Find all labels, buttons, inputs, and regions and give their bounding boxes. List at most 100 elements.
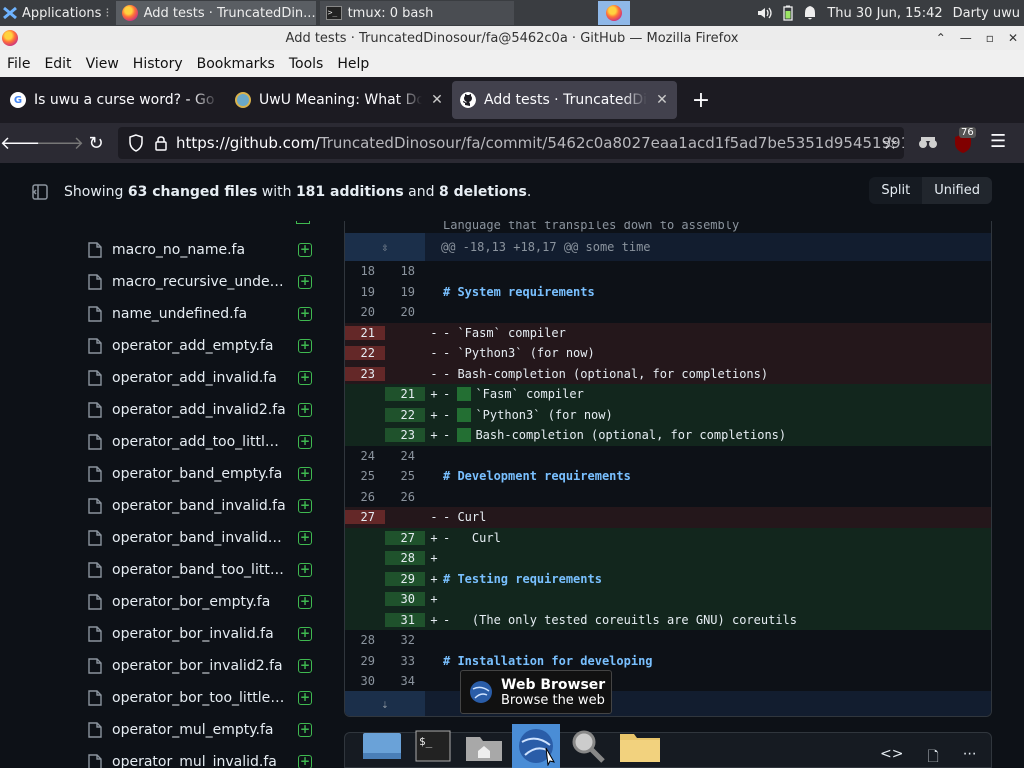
shield-icon[interactable] xyxy=(128,134,144,152)
new-line-number[interactable]: 34 xyxy=(385,674,425,688)
old-line-number[interactable]: 26 xyxy=(345,490,385,504)
new-line-number[interactable]: 28 xyxy=(385,551,425,566)
new-line-number[interactable]: 22 xyxy=(385,407,425,422)
old-line-number[interactable]: 19 xyxy=(345,285,385,299)
volume-icon[interactable] xyxy=(757,6,773,20)
menu-view[interactable]: View xyxy=(79,56,126,72)
close-tab-icon[interactable]: ✕ xyxy=(655,92,669,108)
file-tree-item[interactable]: name_undefined.fa + xyxy=(88,298,316,330)
new-line-number[interactable]: 19 xyxy=(385,285,425,299)
window-up-icon[interactable]: ⌃ xyxy=(936,31,946,45)
old-line-number[interactable]: 27 xyxy=(345,510,385,525)
old-line-number[interactable]: 18 xyxy=(345,264,385,278)
new-line-number[interactable]: 29 xyxy=(385,571,425,586)
url-bar[interactable]: https://github.com/TruncatedDinosour/fa/… xyxy=(118,127,904,159)
file-icon[interactable]: 🗋 xyxy=(927,746,938,768)
expand-hunk-icon[interactable]: ⇳ xyxy=(345,233,425,261)
file-tree-item[interactable]: operator_mul_empty.fa + xyxy=(88,714,316,746)
new-line-number[interactable]: 18 xyxy=(385,264,425,278)
file-tree-item[interactable]: operator_bor_invalid.fa + xyxy=(88,618,316,650)
file-tree-item[interactable]: operator_add_invalid2.fa + xyxy=(88,394,316,426)
workspace-firefox-button[interactable] xyxy=(598,1,630,25)
dock-web-browser[interactable] xyxy=(512,724,560,768)
dock-home-folder[interactable] xyxy=(460,724,508,768)
new-tab-button[interactable]: + xyxy=(687,88,715,113)
file-tree-item[interactable]: operator_mul_invalid.fa + xyxy=(88,746,316,768)
lock-icon[interactable] xyxy=(154,135,168,151)
file-tree-item[interactable]: macro_recursive_undefined.fa + xyxy=(88,266,316,298)
dock-files[interactable] xyxy=(616,724,664,768)
tab-google[interactable]: G Is uwu a curse word? - Go xyxy=(2,81,227,119)
taskbar-firefox[interactable]: Add tests · TruncatedDin... xyxy=(115,1,316,25)
file-tree-item[interactable]: operator_band_empty.fa + xyxy=(88,458,316,490)
file-tree-item[interactable]: operator_bor_too_little.fa + xyxy=(88,682,316,714)
reload-button[interactable]: ↻ xyxy=(78,127,114,159)
new-line-number[interactable]: 24 xyxy=(385,449,425,463)
old-line-number[interactable]: 30 xyxy=(345,674,385,688)
old-line-number[interactable]: 23 xyxy=(345,366,385,381)
tab-github-commit[interactable]: Add tests · TruncatedDinosour ✕ xyxy=(452,81,677,119)
window-minimize-icon[interactable]: — xyxy=(960,31,972,45)
new-line-number[interactable]: 20 xyxy=(385,305,425,319)
file-tree-item[interactable]: macro_no_name.fa + xyxy=(88,234,316,266)
extension-ublock-icon[interactable]: 76 xyxy=(953,127,976,154)
url-text[interactable]: https://github.com/TruncatedDinosour/fa/… xyxy=(176,134,904,152)
new-line-number[interactable]: 30 xyxy=(385,592,425,607)
file-tree-item[interactable]: operator_band_too_little.fa + xyxy=(88,554,316,586)
old-line-number[interactable]: 25 xyxy=(345,469,385,483)
unified-view-button[interactable]: Unified xyxy=(922,177,992,204)
file-tree-item[interactable]: operator_bor_invalid2.fa + xyxy=(88,650,316,682)
bookmark-star-icon[interactable]: ☆ xyxy=(872,127,908,159)
new-line-number[interactable]: 26 xyxy=(385,490,425,504)
dock-terminal[interactable]: $_ xyxy=(410,724,456,768)
close-tab-icon[interactable]: ✕ xyxy=(430,92,444,108)
new-line-number[interactable]: 33 xyxy=(385,654,425,668)
new-line-number[interactable]: 25 xyxy=(385,469,425,483)
diff-line-added: 21 + - `Fasm` compiler xyxy=(345,384,991,405)
new-line-number[interactable]: 27 xyxy=(385,530,425,545)
tab-uwu-meaning[interactable]: UwU Meaning: What Does ✕ xyxy=(227,81,452,119)
menu-help[interactable]: Help xyxy=(330,56,376,72)
code-view-icon[interactable]: <> xyxy=(880,746,903,768)
toggle-file-tree-icon[interactable] xyxy=(32,184,48,200)
menu-history[interactable]: History xyxy=(126,56,190,72)
hamburger-menu-icon[interactable]: ☰ xyxy=(990,131,1006,152)
taskbar-terminal[interactable]: >_ tmux: 0 bash xyxy=(319,1,514,25)
notification-bell-icon[interactable] xyxy=(803,5,817,21)
diff-line-text: # Development requirements xyxy=(443,469,631,484)
menu-bookmarks[interactable]: Bookmarks xyxy=(190,56,282,72)
window-close-icon[interactable]: ✕ xyxy=(1008,31,1018,45)
applications-menu[interactable]: Applications ⁝ xyxy=(0,0,116,26)
expand-down-icon[interactable]: ⇣ xyxy=(345,691,425,716)
window-maximize-icon[interactable]: ▫ xyxy=(986,31,994,45)
file-tree-item[interactable]: operator_add_invalid.fa + xyxy=(88,362,316,394)
new-line-number[interactable]: 21 xyxy=(385,387,425,402)
dock-search[interactable] xyxy=(564,724,612,768)
private-mask-icon[interactable] xyxy=(918,135,938,151)
more-options-icon[interactable]: ⋯ xyxy=(963,746,977,768)
file-tree-item[interactable]: operator_bor_empty.fa + xyxy=(88,586,316,618)
old-line-number[interactable]: 21 xyxy=(345,325,385,340)
old-line-number[interactable]: 22 xyxy=(345,346,385,361)
menu-tools[interactable]: Tools xyxy=(282,56,331,72)
battery-icon[interactable] xyxy=(783,5,794,21)
file-tree-item[interactable]: operator_band_invalid2.fa + xyxy=(88,522,316,554)
user-menu[interactable]: Darty uwu xyxy=(953,6,1020,21)
file-tree-item[interactable]: operator_add_too_little.fa + xyxy=(88,426,316,458)
menu-file[interactable]: File xyxy=(0,56,37,72)
forward-button[interactable]: 🡒 xyxy=(36,127,84,159)
old-line-number[interactable]: 24 xyxy=(345,449,385,463)
new-line-number[interactable]: 31 xyxy=(385,612,425,627)
dock-show-desktop[interactable] xyxy=(358,724,406,768)
clock[interactable]: Thu 30 Jun, 15:42 xyxy=(827,6,942,21)
split-view-button[interactable]: Split xyxy=(869,177,922,204)
menu-edit[interactable]: Edit xyxy=(37,56,78,72)
file-tree-item[interactable]: operator_band_invalid.fa + xyxy=(88,490,316,522)
old-line-number[interactable]: 28 xyxy=(345,633,385,647)
github-favicon-icon xyxy=(460,92,476,108)
new-line-number[interactable]: 32 xyxy=(385,633,425,647)
file-tree-item[interactable]: operator_add_empty.fa + xyxy=(88,330,316,362)
old-line-number[interactable]: 29 xyxy=(345,654,385,668)
new-line-number[interactable]: 23 xyxy=(385,428,425,443)
old-line-number[interactable]: 20 xyxy=(345,305,385,319)
